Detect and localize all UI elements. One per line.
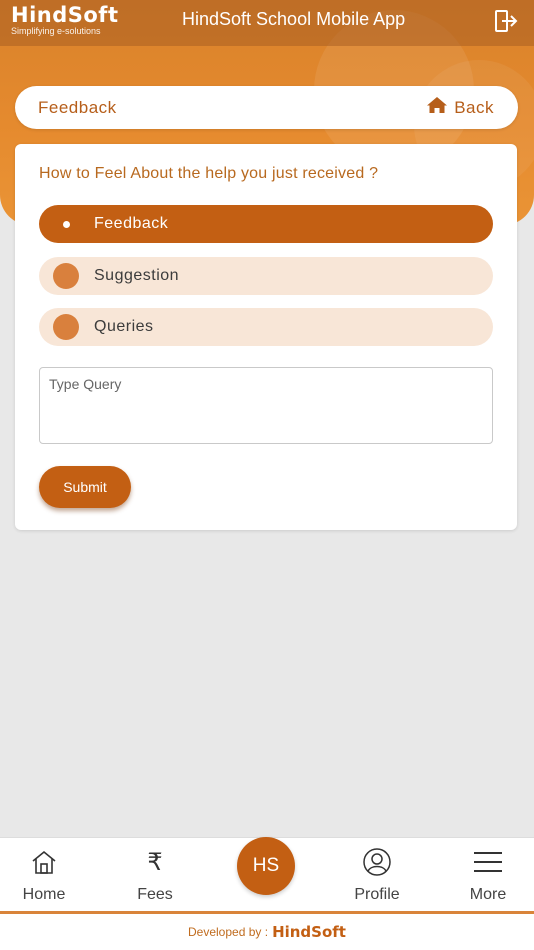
profile-icon	[332, 846, 422, 878]
nav-fees[interactable]: ₹ Fees	[110, 846, 200, 904]
nav-label: Profile	[354, 886, 400, 903]
radio-icon	[53, 314, 79, 340]
option-label: Feedback	[94, 215, 169, 232]
nav-label: Home	[22, 886, 66, 903]
nav-label: Fees	[137, 886, 173, 903]
home-icon	[426, 96, 448, 119]
radio-icon	[53, 263, 79, 289]
nav-home[interactable]: Home	[0, 846, 89, 904]
brand-name: HindSoft	[11, 3, 119, 27]
footer: Developed by : HindSoft	[0, 914, 534, 950]
developed-by-text: Developed by :	[188, 925, 269, 939]
brand-tagline: Simplifying e-solutions	[11, 26, 101, 36]
app-title: HindSoft School Mobile App	[182, 9, 406, 29]
page-title: Feedback	[38, 97, 117, 117]
bottom-navigation: Home ₹ Fees HS Profile More	[0, 837, 534, 913]
menu-icon	[443, 846, 533, 878]
question-text: How to Feel About the help you just rece…	[39, 165, 379, 182]
rupee-icon: ₹	[147, 848, 163, 876]
nav-label: More	[469, 886, 507, 903]
logout-icon[interactable]	[492, 7, 520, 35]
option-feedback[interactable]: Feedback	[39, 205, 493, 243]
page-title-bar: Feedback Back	[15, 86, 518, 129]
nav-profile[interactable]: Profile	[332, 846, 422, 904]
option-label: Suggestion	[94, 267, 180, 284]
feedback-card: How to Feel About the help you just rece…	[15, 144, 517, 530]
home-icon	[0, 846, 89, 878]
option-suggestion[interactable]: Suggestion	[39, 257, 493, 295]
option-label: Queries	[94, 318, 154, 335]
hs-home-button[interactable]: HS	[237, 837, 295, 895]
back-button[interactable]: Back	[426, 96, 494, 119]
radio-icon	[53, 211, 79, 237]
nav-more[interactable]: More	[443, 846, 533, 904]
footer-logo: HindSoft	[272, 923, 346, 941]
top-bar: HindSoft Simplifying e-solutions HindSof…	[0, 0, 534, 46]
query-input[interactable]	[39, 367, 493, 444]
option-queries[interactable]: Queries	[39, 308, 493, 346]
back-label: Back	[454, 97, 494, 117]
brand-logo: HindSoft Simplifying e-solutions	[11, 4, 118, 36]
submit-button[interactable]: Submit	[39, 466, 131, 508]
